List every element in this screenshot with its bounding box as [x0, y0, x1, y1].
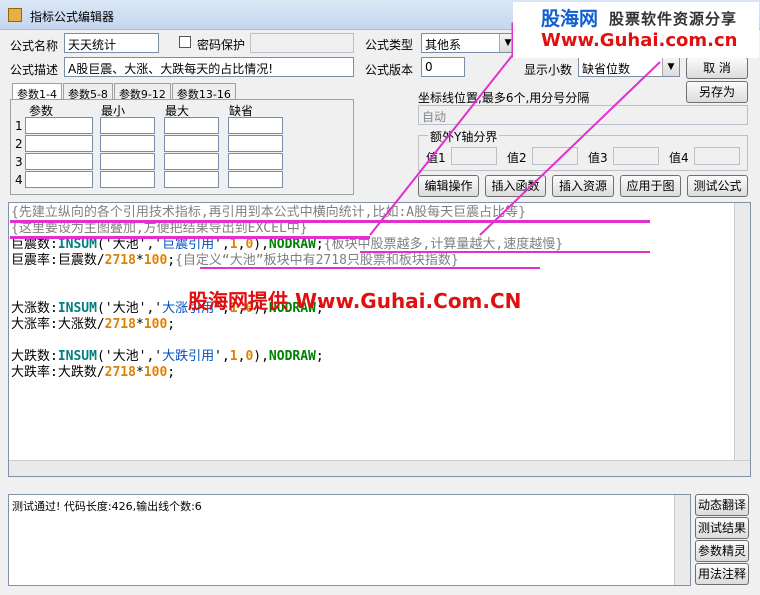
watermark-box: 股海网 股票软件资源分享 Www.Guhai.com.cn [513, 2, 759, 58]
dynamic-translate-button[interactable]: 动态翻译 [695, 494, 749, 516]
overlay-watermark: 股海网提供 Www.Guhai.Com.CN [188, 289, 522, 313]
param-wizard-button[interactable]: 参数精灵 [695, 540, 749, 562]
watermark-url: Www.Guhai.com.cn [541, 30, 738, 51]
output-scrollbar[interactable] [674, 495, 690, 585]
output-text: 测试通过! 代码长度:426,输出线个数:6 [12, 500, 202, 513]
test-result-button[interactable]: 测试结果 [695, 517, 749, 539]
output-pane: 测试通过! 代码长度:426,输出线个数:6 [8, 494, 691, 586]
watermark-brand: 股海网 [541, 8, 599, 30]
usage-note-button[interactable]: 用法注释 [695, 563, 749, 585]
watermark-tagline: 股票软件资源分享 [609, 10, 738, 28]
